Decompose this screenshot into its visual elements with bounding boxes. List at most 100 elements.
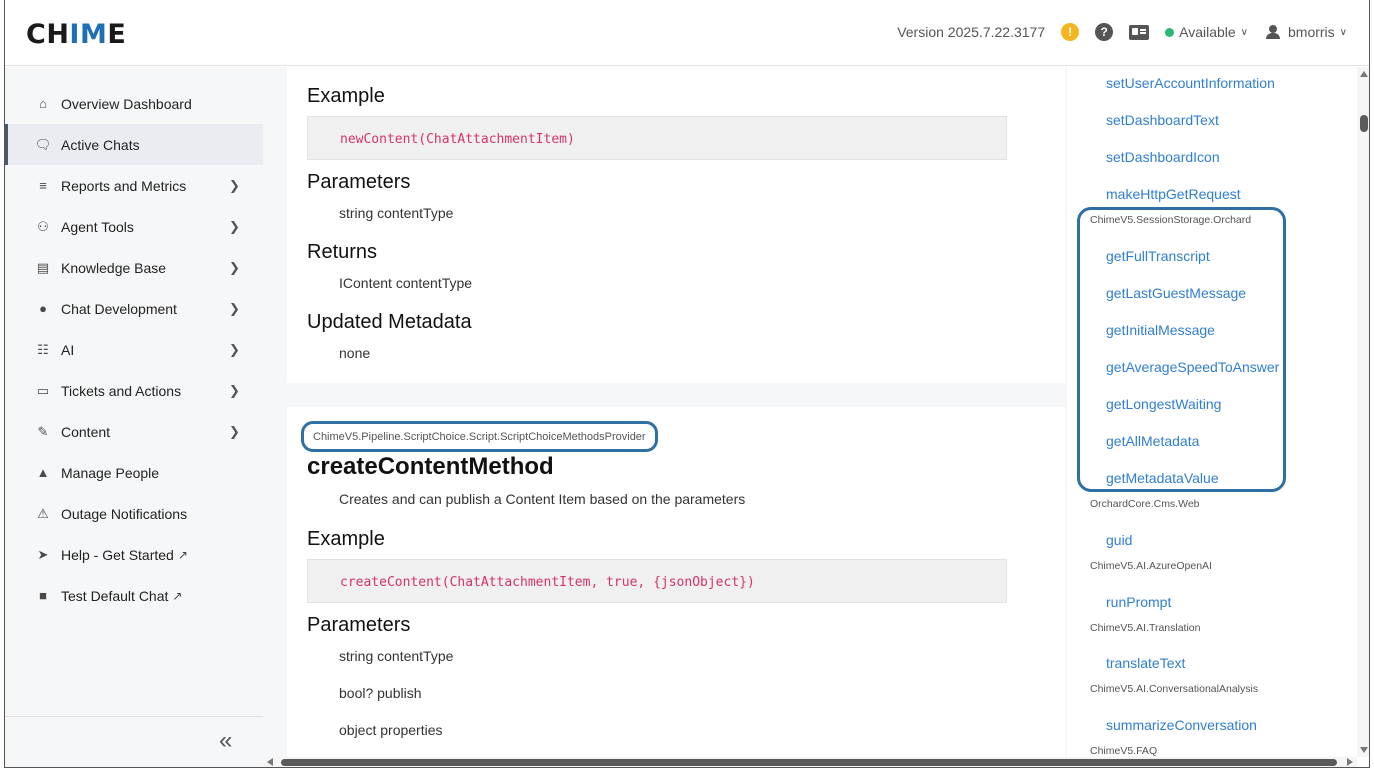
app-window: CHIME Version 2025.7.22.3177 ! ? Availab… xyxy=(4,0,1370,768)
toc-link[interactable]: getInitialMessage xyxy=(1106,322,1215,338)
status-label: Available xyxy=(1179,24,1236,40)
sidebar-item-overview-dashboard[interactable]: ⌂ Overview Dashboard xyxy=(5,83,263,124)
sidebar-item-label: Overview Dashboard xyxy=(61,95,192,112)
example-heading: Example xyxy=(307,85,385,107)
sidebar-item-label: Content xyxy=(61,423,111,440)
toc-link[interactable]: makeHttpGetRequest xyxy=(1106,186,1241,202)
user-icon xyxy=(1266,25,1280,39)
scroll-right-icon[interactable] xyxy=(1347,758,1353,766)
sidebar-item-ai[interactable]: ☷ AI ❯ xyxy=(5,329,263,370)
warning-icon: ⚠ xyxy=(37,505,49,521)
toc-link[interactable]: getAllMetadata xyxy=(1106,433,1199,449)
external-link-icon: ↗ xyxy=(172,588,183,603)
help-icon[interactable]: ? xyxy=(1095,23,1114,41)
vertical-scrollbar[interactable] xyxy=(1357,67,1369,757)
example-code: newContent(ChatAttachmentItem) xyxy=(307,116,1007,160)
sidebar-item-agent-tools[interactable]: ⚇ Agent Tools ❯ xyxy=(5,206,263,247)
example-heading: Example xyxy=(307,528,385,550)
chime-logo[interactable]: CHIME xyxy=(26,19,126,50)
toc-link[interactable]: guid xyxy=(1106,532,1132,548)
toc-group-label: ChimeV5.AI.Translation xyxy=(1090,622,1201,634)
main-content: Example newContent(ChatAttachmentItem) P… xyxy=(263,67,1067,757)
person-icon: ▲ xyxy=(36,465,50,480)
sidebar-footer: « xyxy=(5,716,263,767)
scroll-left-icon[interactable] xyxy=(267,758,273,766)
sidebar-item-active-chats[interactable]: 🗨 Active Chats xyxy=(5,124,263,165)
sidebar-item-reports-and-metrics[interactable]: ≡ Reports and Metrics ❯ xyxy=(5,165,263,206)
chevron-right-icon: ❯ xyxy=(229,342,240,357)
sidebar-item-label: Reports and Metrics xyxy=(61,177,187,194)
toc-group-label: ChimeV5.AI.ConversationalAnalysis xyxy=(1090,683,1259,695)
toc-link[interactable]: getAverageSpeedToAnswer xyxy=(1106,359,1279,375)
methods-toc: setUserAccountInformation setDashboardTe… xyxy=(1067,67,1357,757)
warning-icon[interactable]: ! xyxy=(1061,23,1080,41)
status-dot-icon xyxy=(1165,27,1175,37)
scroll-down-icon[interactable] xyxy=(1360,747,1368,753)
toc-link[interactable]: summarizeConversation xyxy=(1106,717,1257,733)
method-description: Creates and can publish a Content Item b… xyxy=(339,491,746,507)
chevron-right-icon: ❯ xyxy=(229,383,240,398)
parameter-item: object properties xyxy=(339,722,443,738)
parameters-heading: Parameters xyxy=(307,171,411,193)
chats-icon: 🗨 xyxy=(34,136,52,152)
collapse-sidebar-icon[interactable]: « xyxy=(219,727,232,755)
toc-link[interactable]: getFullTranscript xyxy=(1106,248,1210,264)
id-card-icon[interactable] xyxy=(1129,24,1150,40)
metadata-heading: Updated Metadata xyxy=(307,311,472,333)
toc-link[interactable]: translateText xyxy=(1106,655,1185,671)
toc-group-label: ChimeV5.AI.AzureOpenAI xyxy=(1090,560,1212,572)
version-label: Version 2025.7.22.3177 xyxy=(897,24,1046,40)
toc-link[interactable]: getLongestWaiting xyxy=(1106,396,1221,412)
sidebar-item-label: Outage Notifications xyxy=(61,505,188,522)
method-title: createContentMethod xyxy=(307,453,554,480)
returns-heading: Returns xyxy=(307,241,378,263)
sidebar-item-label: Active Chats xyxy=(61,136,140,153)
user-name: bmorris xyxy=(1288,24,1335,40)
sidebar-nav: ⌂ Overview Dashboard 🗨 Active Chats ≡ Re… xyxy=(5,83,263,616)
sidebar-item-outage-notifications[interactable]: ⚠ Outage Notifications xyxy=(5,493,263,534)
toc-link[interactable]: setUserAccountInformation xyxy=(1106,75,1275,91)
chart-icon: ≡ xyxy=(39,178,47,193)
top-header: CHIME Version 2025.7.22.3177 ! ? Availab… xyxy=(5,0,1369,66)
chevron-down-icon: ∨ xyxy=(1240,26,1248,38)
chevron-right-icon: ❯ xyxy=(229,219,240,234)
sidebar-item-label: Help - Get Started xyxy=(61,546,174,563)
chevron-right-icon: ❯ xyxy=(229,424,240,439)
toc-group-label: ChimeV5.SessionStorage.Orchard xyxy=(1090,214,1252,226)
sidebar-item-label: Knowledge Base xyxy=(61,259,167,276)
namespace-label: ChimeV5.Pipeline.ScriptChoice.Script.Scr… xyxy=(301,421,658,452)
example-code: createContent(ChatAttachmentItem, true, … xyxy=(307,559,1007,603)
sidebar-item-help-get-started[interactable]: ➤ Help - Get Started ↗ xyxy=(5,534,263,575)
edit-icon: ✎ xyxy=(37,423,49,439)
sidebar-item-label: Chat Development xyxy=(61,300,177,317)
user-menu[interactable]: bmorris ∨ xyxy=(1266,24,1347,40)
sidebar-item-label: Manage People xyxy=(61,464,160,481)
toc-link[interactable]: setDashboardText xyxy=(1106,112,1219,128)
sidebar-item-knowledge-base[interactable]: ▤ Knowledge Base ❯ xyxy=(5,247,263,288)
rocket-icon: ➤ xyxy=(37,546,49,562)
sidebar-item-chat-development[interactable]: ● Chat Development ❯ xyxy=(5,288,263,329)
chat-bubble-icon: ● xyxy=(39,301,47,316)
sidebar-item-content[interactable]: ✎ Content ❯ xyxy=(5,411,263,452)
vertical-scroll-thumb[interactable] xyxy=(1360,115,1368,132)
toc-link[interactable]: setDashboardIcon xyxy=(1106,149,1220,165)
toc-group-label: OrchardCore.Cms.Web xyxy=(1090,498,1200,510)
header-actions: Version 2025.7.22.3177 ! ? Available ∨ b… xyxy=(897,20,1347,44)
toc-link[interactable]: getLastGuestMessage xyxy=(1106,285,1246,301)
sidebar-item-tickets-and-actions[interactable]: ▭ Tickets and Actions ❯ xyxy=(5,370,263,411)
toc-group-label: ChimeV5.FAQ xyxy=(1090,745,1158,757)
toc-link[interactable]: getMetadataValue xyxy=(1106,470,1219,486)
chevron-right-icon: ❯ xyxy=(229,301,240,316)
users-icon: ⚇ xyxy=(37,218,49,234)
sidebar-item-label: Test Default Chat xyxy=(61,587,169,604)
scroll-up-icon[interactable] xyxy=(1360,71,1368,77)
horizontal-scrollbar[interactable] xyxy=(263,757,1357,767)
parameter-item: string contentType xyxy=(339,205,454,221)
sidebar-item-manage-people[interactable]: ▲ Manage People xyxy=(5,452,263,493)
sidebar-item-test-default-chat[interactable]: ■ Test Default Chat ↗ xyxy=(5,575,263,616)
status-dropdown[interactable]: Available ∨ xyxy=(1165,24,1248,40)
external-link-icon: ↗ xyxy=(177,547,188,562)
horizontal-scroll-thumb[interactable] xyxy=(281,759,1337,766)
toc-link[interactable]: runPrompt xyxy=(1106,594,1171,610)
chevron-down-icon: ∨ xyxy=(1339,26,1347,38)
